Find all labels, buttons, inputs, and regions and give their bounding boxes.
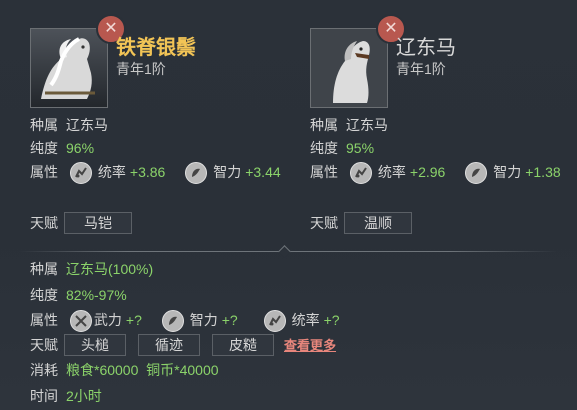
stat-value: +2.96 <box>409 164 446 180</box>
breeding-panel: ✕ 铁脊银鬃 青年1阶 种属 辽东马 纯度 96% 属性 统率 +3.86 智力 +3.… <box>0 0 577 410</box>
breed-value: 辽东马(100%) <box>66 261 154 277</box>
stat-name: 统率 <box>377 164 406 180</box>
breed-label: 种属 <box>310 117 338 133</box>
horse-name: 铁脊银鬃 <box>116 37 196 59</box>
breed-row: 种属 辽东马 <box>310 115 388 135</box>
time-label: 时间 <box>30 388 58 404</box>
stat-value: +1.38 <box>525 164 561 180</box>
result-talent-row: 天赋 头槌 循迹 皮糙 查看更多 <box>30 334 336 356</box>
breed-row: 种属 辽东马 <box>30 115 108 135</box>
purity-value: 95% <box>346 140 375 156</box>
talent-chip[interactable]: 皮糙 <box>212 334 274 356</box>
stat-value: +? <box>221 312 238 328</box>
purity-row: 纯度 95% <box>310 138 374 158</box>
strength-icon <box>69 310 92 333</box>
breed-value: 辽东马 <box>66 117 108 133</box>
horse-card-left: ✕ 铁脊银鬃 青年1阶 种属 辽东马 纯度 96% 属性 统率 +3.86 智力 +3.… <box>0 0 288 252</box>
talent-chip[interactable]: 马铠 <box>64 212 132 234</box>
talent-row: 天赋 温顺 <box>310 212 412 234</box>
stat-name: 统率 <box>291 312 320 328</box>
cost-value: 粮食*60000 铜币*40000 <box>66 362 219 378</box>
intelligence-icon <box>465 162 488 185</box>
talent-label: 天赋 <box>310 215 338 231</box>
white-horse-icon <box>311 29 387 107</box>
intelligence-icon <box>185 162 208 185</box>
purity-value: 82%-97% <box>66 287 127 303</box>
view-more-link[interactable]: 查看更多 <box>284 338 336 353</box>
cost-label: 消耗 <box>30 362 58 378</box>
cost-row: 消耗 粮食*60000 铜币*40000 <box>30 360 219 380</box>
stat-name: 统率 <box>97 164 126 180</box>
stat-value: +? <box>125 312 142 328</box>
intelligence-icon <box>161 310 184 333</box>
command-icon <box>349 162 372 185</box>
command-icon <box>69 162 92 185</box>
time-row: 时间 2小时 <box>30 386 102 406</box>
talent-label: 天赋 <box>30 337 58 353</box>
breed-label: 种属 <box>30 117 58 133</box>
horse-name: 辽东马 <box>396 37 456 59</box>
attribute-row: 属性 统率 +3.86 智力 +3.44 <box>30 162 289 185</box>
stat-value: +? <box>323 312 340 328</box>
talent-label: 天赋 <box>30 215 58 231</box>
purity-value: 96% <box>66 140 95 156</box>
horse-card-right: ✕ 辽东马 青年1阶 种属 辽东马 纯度 95% 属性 统率 +2.96 智力 +1.3… <box>288 0 576 252</box>
stat-name: 智力 <box>213 164 242 180</box>
result-breed-row: 种属 辽东马(100%) <box>30 259 153 279</box>
talent-chip[interactable]: 头槌 <box>64 334 126 356</box>
stat-value: +3.44 <box>245 164 281 180</box>
attribute-label: 属性 <box>310 164 338 180</box>
horse-age: 青年1阶 <box>116 61 166 77</box>
talent-row: 天赋 马铠 <box>30 212 132 234</box>
result-purity-row: 纯度 82%-97% <box>30 285 127 305</box>
breed-value: 辽东马 <box>346 117 388 133</box>
command-icon <box>263 310 286 333</box>
time-value: 2小时 <box>66 388 102 404</box>
purity-label: 纯度 <box>30 140 58 156</box>
horse-portrait-right[interactable] <box>310 28 388 108</box>
stat-name: 智力 <box>493 164 522 180</box>
white-horse-icon <box>41 37 95 99</box>
attribute-row: 属性 统率 +2.96 智力 +1.38 <box>310 162 569 185</box>
stat-name: 武力 <box>93 312 122 328</box>
breed-label: 种属 <box>30 261 58 277</box>
attribute-label: 属性 <box>30 164 58 180</box>
purity-label: 纯度 <box>30 287 58 303</box>
talent-chip[interactable]: 循迹 <box>138 334 200 356</box>
purity-label: 纯度 <box>310 140 338 156</box>
horse-age: 青年1阶 <box>396 61 446 77</box>
talent-chip[interactable]: 温顺 <box>344 212 412 234</box>
stat-value: +3.86 <box>129 164 166 180</box>
result-attribute-row: 属性 武力 +? 智力 +? 统率 +? <box>30 310 348 333</box>
horse-portrait-left[interactable] <box>30 28 108 108</box>
purity-row: 纯度 96% <box>30 138 94 158</box>
stat-name: 智力 <box>189 312 218 328</box>
attribute-label: 属性 <box>30 312 58 328</box>
